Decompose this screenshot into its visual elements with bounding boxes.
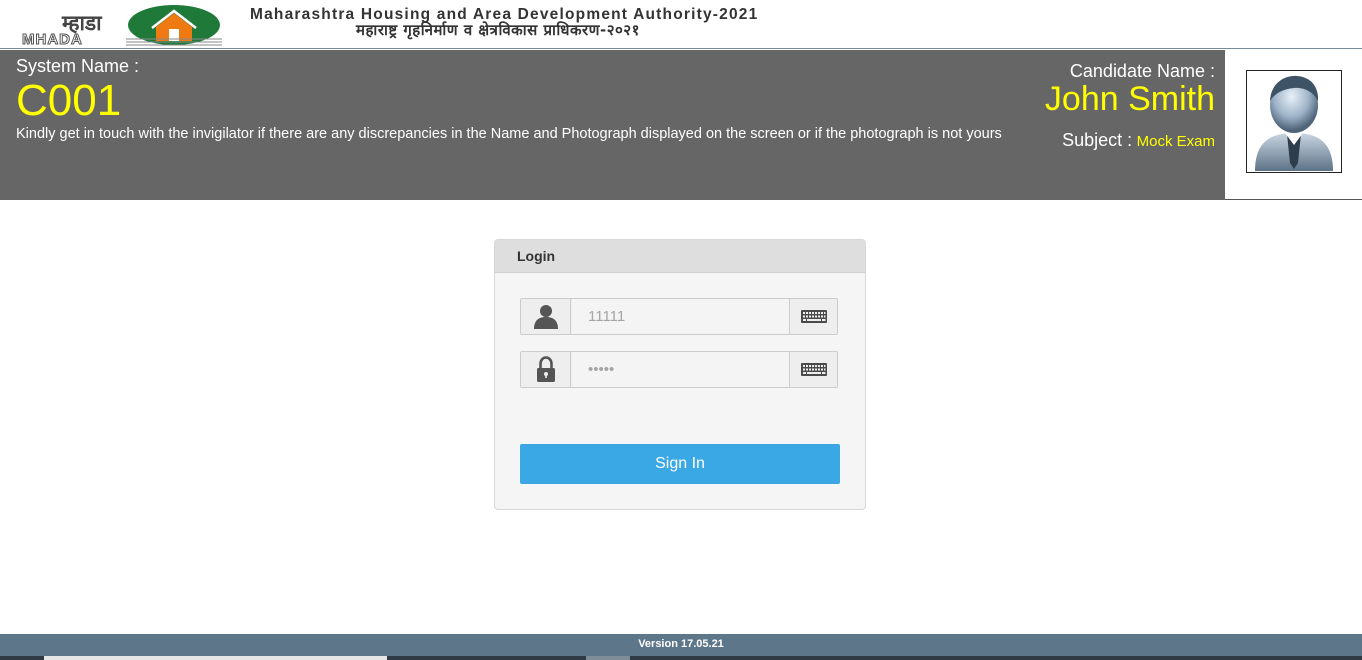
avatar-icon (1255, 75, 1333, 171)
candidate-info-band: System Name : C001 Kindly get in touch w… (0, 50, 1225, 200)
subject-line: Subject : Mock Exam (1062, 130, 1215, 151)
password-input[interactable] (572, 352, 790, 387)
top-banner: म्हाडा MHADA Maharashtra Housing and Are… (0, 0, 1362, 49)
sign-in-button[interactable]: Sign In (520, 444, 840, 484)
username-keyboard-button[interactable] (789, 299, 837, 334)
username-input[interactable] (572, 299, 790, 334)
candidate-name-label: Candidate Name : (1069, 61, 1215, 81)
candidate-name-value: John Smith (1044, 80, 1215, 118)
authority-title-hindi: महाराष्ट्र गृहनिर्माण व क्षेत्रविकास प्र… (356, 21, 640, 39)
bottom-strip (0, 656, 1362, 660)
keyboard-icon (801, 310, 827, 323)
password-keyboard-button[interactable] (789, 352, 837, 387)
house-emblem-icon (126, 3, 222, 47)
discrepancy-notice: Kindly get in touch with the invigilator… (16, 126, 1002, 142)
bottom-strip-segment (44, 656, 387, 660)
subject-label: Subject : (1062, 130, 1133, 150)
system-name-value: C001 (16, 76, 122, 125)
logo-text-english: MHADA (22, 31, 83, 49)
bottom-strip-segment (586, 656, 630, 660)
username-field-group (520, 298, 838, 335)
subject-value: Mock Exam (1136, 133, 1215, 150)
lock-icon (537, 356, 555, 382)
username-addon (521, 299, 571, 334)
candidate-photo-panel (1225, 50, 1362, 200)
mhada-logo: म्हाडा MHADA (22, 3, 224, 49)
candidate-photo (1246, 70, 1342, 173)
login-heading: Login (495, 240, 865, 273)
system-name-label: System Name : (16, 56, 140, 76)
version-text: Version 17.05.21 (638, 638, 724, 650)
password-addon (521, 352, 571, 387)
login-panel: Login 11111 Sign In (494, 239, 866, 510)
user-icon (534, 305, 558, 329)
keyboard-icon (801, 363, 827, 376)
password-field-group (520, 351, 838, 388)
